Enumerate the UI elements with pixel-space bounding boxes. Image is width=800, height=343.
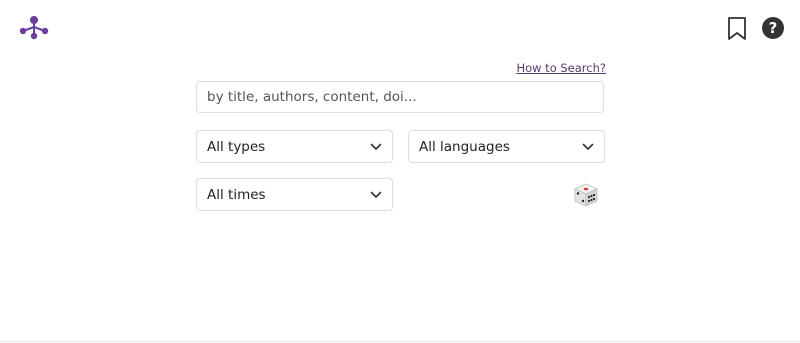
language-filter-select[interactable]: All languages — [408, 130, 605, 163]
dice-icon[interactable] — [573, 182, 599, 208]
bookmark-icon[interactable] — [727, 17, 747, 40]
chevron-down-icon — [582, 143, 594, 150]
how-to-search-link[interactable]: How to Search? — [516, 61, 606, 75]
network-logo-icon[interactable] — [18, 15, 50, 41]
search-input[interactable] — [196, 81, 604, 113]
type-filter-select[interactable]: All types — [196, 130, 393, 163]
chevron-down-icon — [370, 143, 382, 150]
type-filter-value: All types — [207, 138, 266, 155]
time-filter-value: All times — [207, 186, 266, 203]
chevron-down-icon — [370, 191, 382, 198]
help-circle-icon[interactable]: ? — [762, 17, 784, 39]
time-filter-select[interactable]: All times — [196, 178, 393, 211]
footer-divider — [0, 341, 800, 342]
language-filter-value: All languages — [419, 138, 510, 155]
